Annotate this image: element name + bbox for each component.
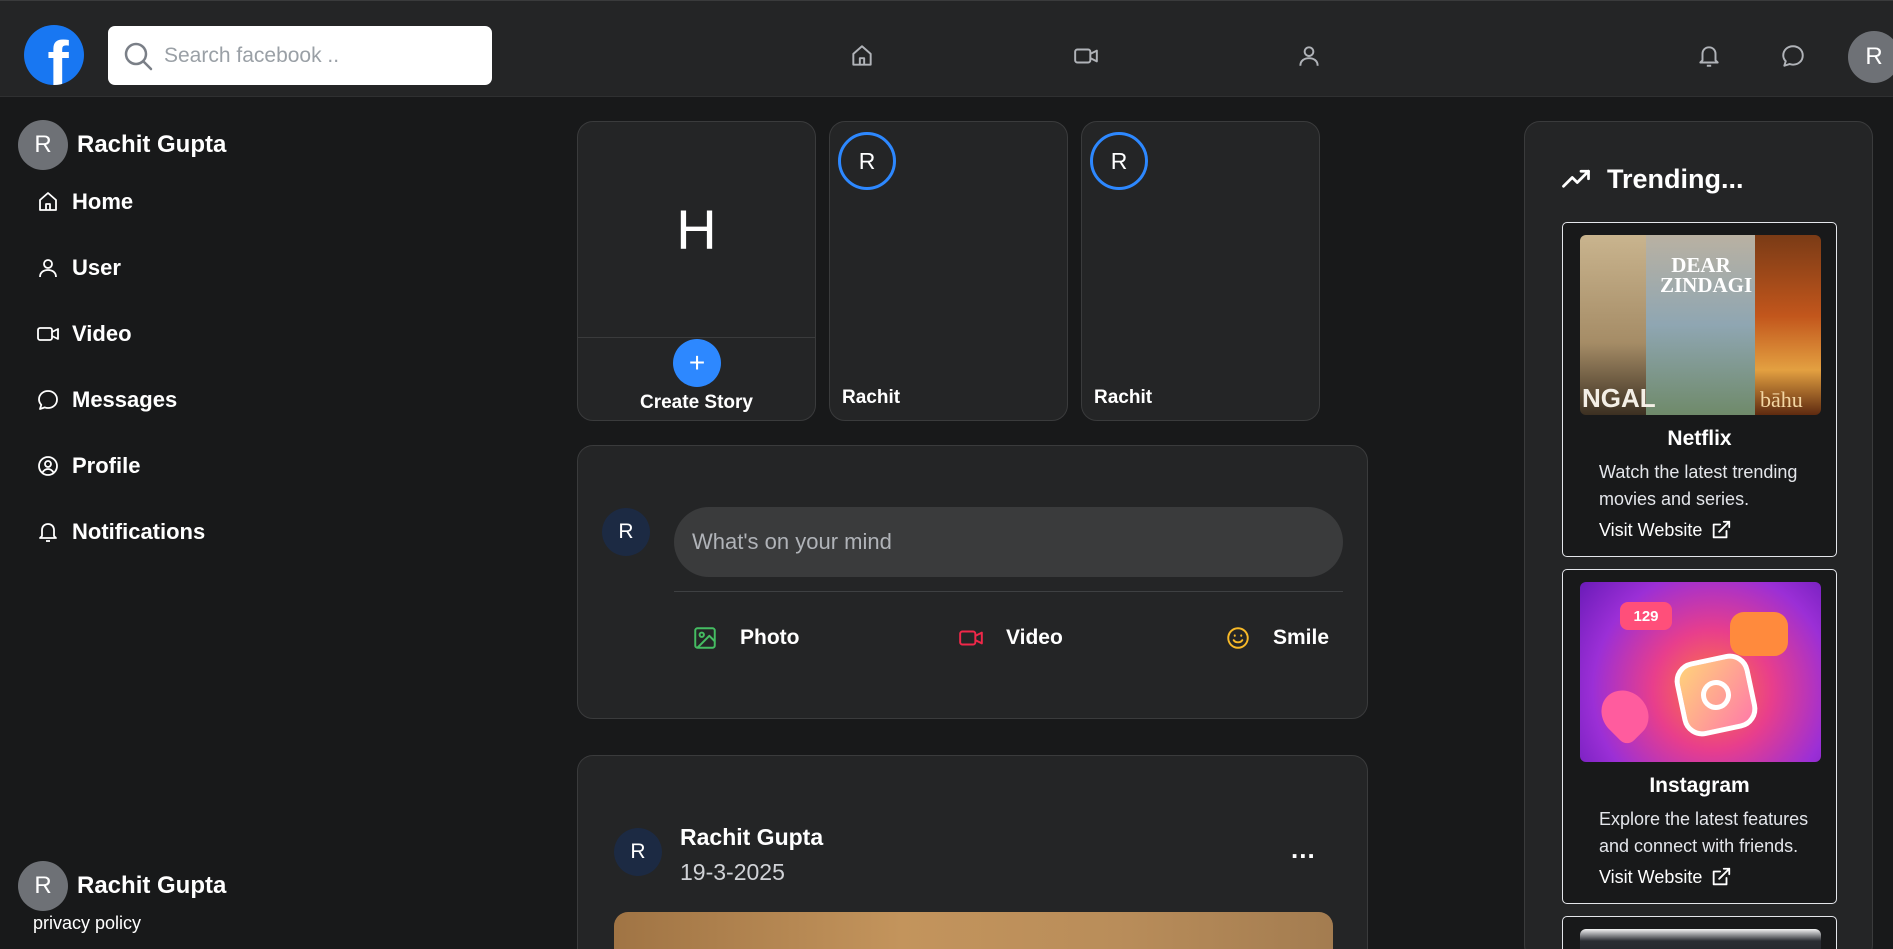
top-avatar[interactable]: R: [1848, 31, 1893, 83]
left-sidebar: R Rachit Gupta Home User Video Messages …: [0, 98, 560, 949]
sidebar-item-user[interactable]: User: [36, 251, 121, 285]
sidebar-item-label: User: [72, 255, 121, 280]
trending-card-partial: [1562, 916, 1837, 949]
video-button[interactable]: Video: [958, 618, 1063, 658]
profile-icon: [38, 456, 58, 476]
create-story-label: Create Story: [640, 392, 753, 413]
video-icon: [37, 327, 59, 341]
story-name: Rachit: [842, 387, 901, 408]
post-input-wrapper[interactable]: [674, 507, 1343, 577]
photo-button[interactable]: Photo: [692, 618, 799, 658]
avatar: R: [614, 828, 662, 876]
nav-video-icon[interactable]: [1073, 43, 1099, 69]
sidebar-footer: R Rachit Gupta privacy policy: [18, 861, 226, 934]
trending-card-description: Explore the latest features and connect …: [1599, 809, 1809, 856]
search-input[interactable]: [164, 43, 464, 68]
visit-website-label: Visit Website: [1599, 866, 1703, 887]
divider: [674, 591, 1343, 592]
story-avatar: R: [838, 132, 896, 190]
sidebar-item-video[interactable]: Video: [36, 317, 132, 351]
privacy-policy-link[interactable]: privacy policy: [33, 913, 226, 934]
sidebar-profile[interactable]: R Rachit Gupta: [18, 120, 226, 170]
sidebar-item-label: Video: [72, 321, 132, 346]
sidebar-item-label: Profile: [72, 453, 141, 478]
nav-user-icon[interactable]: [1296, 43, 1322, 69]
sidebar-item-label: Messages: [72, 387, 178, 412]
poster-text: NGAL: [1582, 383, 1656, 413]
story-avatar: R: [1090, 132, 1148, 190]
trending-card-description: Watch the latest trending movies and ser…: [1599, 462, 1798, 509]
avatar: R: [602, 508, 650, 556]
search-box[interactable]: [108, 26, 492, 85]
sidebar-item-label: Home: [72, 189, 134, 214]
sidebar-item-messages[interactable]: Messages: [36, 383, 177, 417]
post-card: R Rachit Gupta 19-3-2025 ...: [577, 755, 1368, 949]
story-name: Rachit: [1094, 387, 1153, 408]
smile-label: Smile: [1273, 626, 1330, 649]
external-link-icon: [1713, 520, 1731, 539]
top-navbar: f R: [0, 0, 1893, 97]
smile-icon: [1227, 627, 1249, 649]
sidebar-item-profile[interactable]: Profile: [36, 449, 140, 483]
trending-card-instagram: 129 Instagram Explore the latest feature…: [1562, 569, 1837, 904]
trending-card-image[interactable]: [1580, 929, 1821, 949]
video-label: Video: [1006, 626, 1063, 649]
avatar: R: [18, 861, 68, 911]
trending-card-netflix: NGAL DEAR ZINDAGI bāhu Netflix Watch the…: [1562, 222, 1837, 557]
sidebar-item-label: Notifications: [72, 519, 206, 544]
story-card[interactable]: R Rachit: [1081, 121, 1320, 421]
create-story-letter: H: [578, 122, 815, 338]
bell-icon[interactable]: [1696, 43, 1722, 69]
user-icon: [39, 259, 57, 278]
likes-badge: 129: [1620, 602, 1672, 630]
poster-text: bāhu: [1760, 387, 1803, 412]
footer-user-name: Rachit Gupta: [77, 872, 227, 899]
story-card[interactable]: R Rachit: [829, 121, 1068, 421]
search-icon: [124, 42, 153, 70]
create-story-card[interactable]: H + Create Story: [577, 121, 816, 421]
facebook-logo[interactable]: f: [24, 25, 84, 85]
netflix-poster-image[interactable]: NGAL DEAR ZINDAGI bāhu: [1580, 235, 1821, 415]
sidebar-footer-profile[interactable]: R Rachit Gupta: [18, 861, 226, 911]
messenger-icon[interactable]: [1780, 43, 1806, 69]
sidebar-item-home[interactable]: Home: [36, 185, 133, 219]
message-icon: [38, 390, 58, 410]
trending-up-icon: [1562, 169, 1590, 188]
visit-website-link[interactable]: Visit Website: [1599, 519, 1732, 541]
visit-website-link[interactable]: Visit Website: [1599, 866, 1732, 888]
logo-letter: f: [47, 28, 69, 85]
external-link-icon: [1713, 867, 1731, 886]
post-input[interactable]: [692, 529, 1292, 555]
post-composer: R Photo Video Smile: [577, 445, 1368, 719]
home-icon: [39, 192, 57, 211]
post-author[interactable]: Rachit Gupta: [680, 824, 823, 851]
post-image[interactable]: [614, 912, 1333, 949]
instagram-promo-image[interactable]: 129: [1580, 582, 1821, 762]
trending-header: Trending...: [1561, 164, 1744, 195]
smile-button[interactable]: Smile: [1225, 618, 1329, 658]
trending-card-title: Instagram: [1649, 774, 1750, 797]
add-story-button[interactable]: +: [673, 339, 721, 387]
nav-home-icon[interactable]: [849, 43, 875, 69]
sidebar-user-name: Rachit Gupta: [77, 131, 227, 158]
photo-icon: [694, 627, 716, 649]
post-date: 19-3-2025: [680, 859, 785, 885]
video-icon: [959, 630, 983, 646]
trending-card-title: Netflix: [1667, 427, 1732, 450]
photo-label: Photo: [740, 626, 800, 649]
bell-icon: [39, 523, 57, 542]
trending-panel: Trending... NGAL DEAR ZINDAGI bāhu Netfl…: [1524, 121, 1873, 949]
more-options-button[interactable]: ...: [1291, 834, 1316, 865]
trending-title: Trending...: [1607, 164, 1744, 194]
visit-website-label: Visit Website: [1599, 519, 1703, 540]
poster-text: DEAR ZINDAGI: [1660, 253, 1753, 297]
sidebar-item-notifications[interactable]: Notifications: [36, 515, 205, 549]
avatar: R: [18, 120, 68, 170]
